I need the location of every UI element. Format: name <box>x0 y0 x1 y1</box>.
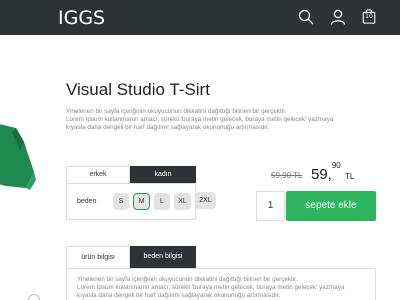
tab-kadin[interactable]: kadın <box>130 166 196 183</box>
size-label: beden <box>77 198 97 205</box>
size-option-2xl[interactable]: 2XL <box>195 192 216 209</box>
product-description: Yinelenen bir sayfa içeriğinin okuyucunu… <box>66 108 366 132</box>
size-options-box: beden S M L XL <box>66 183 196 220</box>
info-text: Yinelenen bir sayfa içeriğinin okuyucunu… <box>77 276 365 300</box>
quantity-input[interactable]: 1 <box>256 191 285 221</box>
size-option-m[interactable]: M <box>133 193 150 210</box>
old-price: 59,90 TL <box>271 171 303 180</box>
add-to-cart-button[interactable]: sepete ekle <box>286 191 376 221</box>
description-line: kıyasla daha dengeli bir harf dağılımı s… <box>66 124 270 131</box>
product-image <box>0 124 36 190</box>
price-decimal: 90 <box>331 161 341 170</box>
price-currency: TL <box>344 172 355 181</box>
search-icon[interactable] <box>298 9 314 25</box>
size-option-l[interactable]: L <box>154 193 170 210</box>
info-content-box: Yinelenen bir sayfa içeriğinin okuyucunu… <box>66 268 376 300</box>
tab-beden-bilgisi[interactable]: beden bilgisi <box>130 246 196 268</box>
description-line: Lorem Ipsum kullanmanın amacı, sürekli '… <box>66 116 334 123</box>
info-line: kıyasla daha dengeli bir harf dağılımı s… <box>77 292 281 299</box>
tab-urun-bilgisi[interactable]: ürün bilgisi <box>66 246 130 268</box>
brand-logo[interactable]: IGGS <box>58 7 105 29</box>
product-info-section: ürün bilgisi beden bilgisi Yinelenen bir… <box>66 246 376 300</box>
product-title: Visual Studio T-Sirt <box>66 80 210 99</box>
info-line: Yinelenen bir sayfa içeriğinin okuyucunu… <box>77 276 298 283</box>
tab-erkek[interactable]: erkek <box>66 166 130 183</box>
description-line: Yinelenen bir sayfa içeriğinin okuyucunu… <box>66 108 287 115</box>
top-navigation-bar: IGGS 10 <box>0 0 400 35</box>
size-option-xl[interactable]: XL <box>174 193 191 210</box>
current-price: 59,90 TL <box>311 161 355 183</box>
carousel-nav-button[interactable] <box>28 294 40 300</box>
info-line: Lorem Ipsum kullanmanın amacı, sürekli '… <box>77 284 345 291</box>
size-selector: erkek kadın beden S M L XL <box>66 166 196 220</box>
price-integer: 59, <box>311 166 332 183</box>
size-option-s[interactable]: S <box>113 193 129 210</box>
cart-count-badge: 10 <box>365 13 373 20</box>
user-icon[interactable] <box>330 9 346 25</box>
